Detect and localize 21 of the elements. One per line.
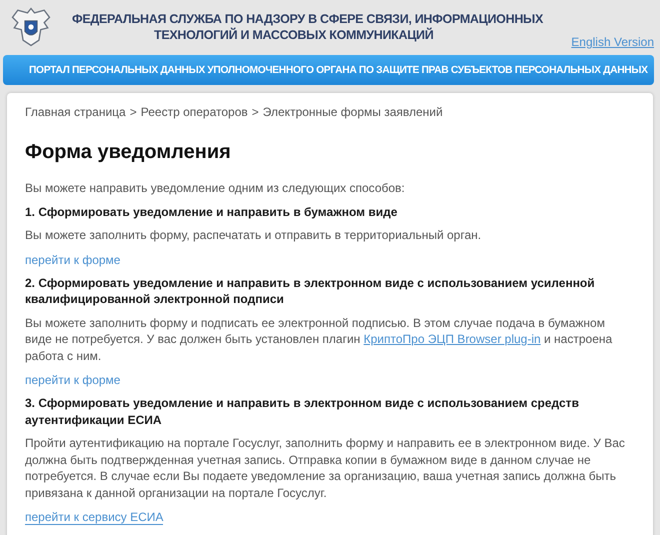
section-text: Вы можете заполнить форму и подписать ее электронной подписью. В этом случае подача в бумажном виде не потребуется. У вас должен быть установлен плагин КриптоПро ЭЦП Browser plug-in и настроена работа с ним.: [25, 314, 614, 364]
section-title: 1. Сформировать уведомление и направить в бумажном виде: [25, 204, 398, 220]
organization-title: ТЕХНОЛОГИЙ И МАССОВЫХ КОММУНИКАЦИЙ: [153, 27, 434, 43]
plugin-link[interactable]: КриптоПро ЭЦП Browser plug-in: [364, 332, 541, 346]
form-link[interactable]: перейти к форме: [25, 373, 120, 388]
intro-text: Вы можете направить уведомление одним из следующих способов:: [25, 180, 406, 196]
breadcrumb-link[interactable]: Электронные формы заявлений: [262, 105, 443, 119]
breadcrumb-separator: >: [130, 105, 137, 119]
organization-title: ФЕДЕРАЛЬНАЯ СЛУЖБА ПО НАДЗОРУ В СФЕРЕ СВЯЗИ, ИНФОРМАЦИОННЫХ: [72, 11, 544, 27]
section-title: 2. Сформировать уведомление и направить в электронном виде с использованием усиленной квалифицированной электронной подписи: [25, 274, 596, 308]
form-link[interactable]: перейти к сервису ЕСИА: [25, 510, 164, 525]
form-link[interactable]: перейти к форме: [25, 252, 120, 268]
section-title: 3. Сформировать уведомление и направить в электронном виде с использованием средств аутентификации ЕСИА: [25, 395, 580, 428]
language-link[interactable]: English Version: [571, 35, 654, 49]
breadcrumb-link[interactable]: Реестр операторов: [140, 105, 248, 119]
section-text: Вы можете заполнить форму, распечатать и отправить в территориальный орган.: [25, 227, 482, 244]
page-title: Форма уведомления: [25, 141, 232, 164]
portal-banner: ПОРТАЛ ПЕРСОНАЛЬНЫХ ДАННЫХ УПОЛНОМОЧЕННОГО ОРГАНА ПО ЗАЩИТЕ ПРАВ СУБЪЕКТОВ ПЕРСОНАЛЬНЫХ ДАННЫХ: [3, 55, 654, 85]
breadcrumb-link[interactable]: Главная страница: [25, 105, 126, 119]
breadcrumb-separator: >: [252, 105, 259, 119]
section-text: Пройти аутентификацию на портале Госуслуг, заполнить форму и направить ее в электронном виде. У Вас должна быть подтвержденная учетная запись. Отправка копии в бумажном виде в данном случае не потребуется. В случае если Вы подаете уведомление за организацию, ваша учетная запись должна быть привязана к данной организации на портале Госуслуг.: [25, 435, 626, 501]
